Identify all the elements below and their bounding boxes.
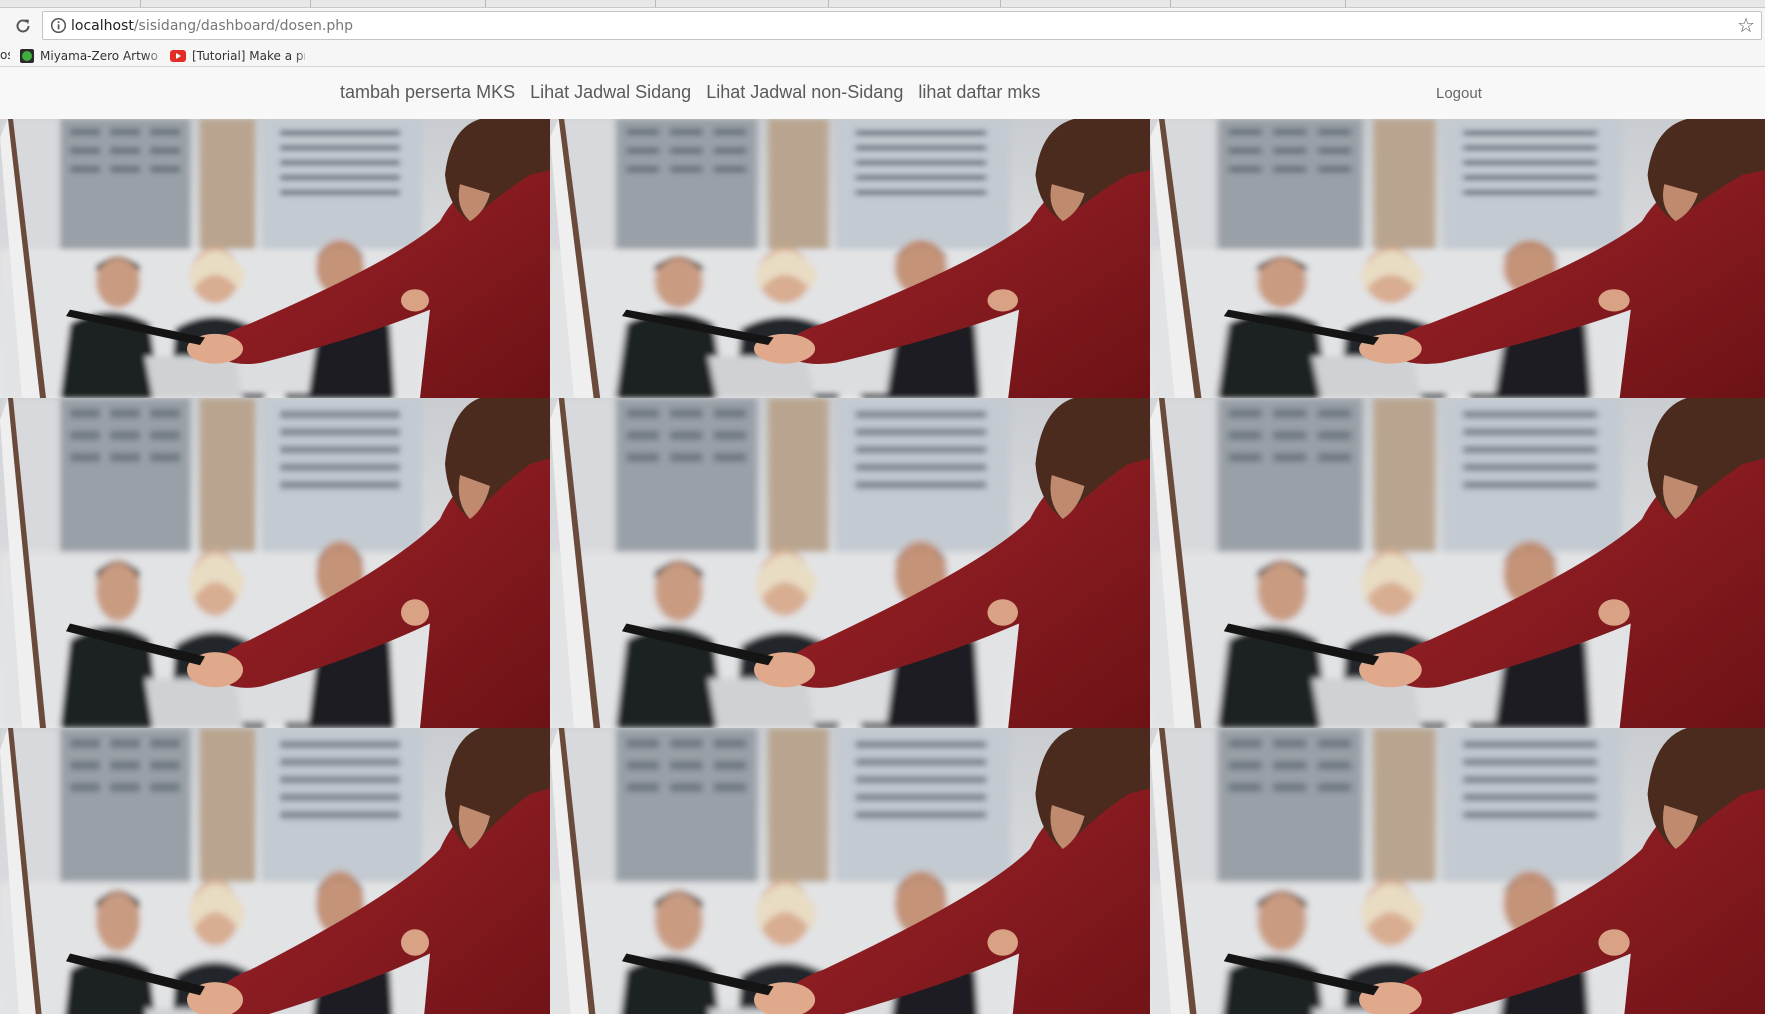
hero-background xyxy=(0,119,1765,1014)
browser-tab-strip xyxy=(0,0,1765,8)
presentation-photo xyxy=(550,728,1150,1014)
browser-toolbar: localhost/sisidang/dashboard/dosen.php ☆ xyxy=(0,8,1765,44)
url-text[interactable]: localhost/sisidang/dashboard/dosen.php xyxy=(71,18,353,34)
bookmark-cut-label[interactable]: os xyxy=(0,48,10,62)
hero-row xyxy=(0,728,1765,1014)
tab-separator xyxy=(310,0,311,7)
bookmark-miyama[interactable]: Miyama-Zero Artwork xyxy=(20,47,158,64)
bookmark-label: Miyama-Zero Artwork xyxy=(40,48,158,63)
presentation-photo-tile xyxy=(1150,728,1765,1014)
presentation-photo-tile xyxy=(1150,398,1765,728)
presentation-photo xyxy=(550,398,1150,728)
presentation-photo xyxy=(0,728,550,1014)
bookmarks-bar: os Miyama-Zero Artwork [Tutorial] Make a… xyxy=(0,44,1765,67)
presentation-photo-tile xyxy=(0,398,550,728)
presentation-photo-tile xyxy=(0,728,550,1014)
tab-separator xyxy=(485,0,486,7)
presentation-photo-tile xyxy=(550,398,1150,728)
url-path: /sisidang/dashboard/dosen.php xyxy=(133,18,353,34)
presentation-photo xyxy=(1150,728,1765,1014)
presentation-photo-tile xyxy=(550,728,1150,1014)
youtube-favicon xyxy=(170,49,186,62)
reload-button[interactable] xyxy=(10,14,36,38)
logout-link[interactable]: Logout xyxy=(1436,85,1482,102)
nav-lihat-jadwal-sidang[interactable]: Lihat Jadwal Sidang xyxy=(530,82,691,103)
presentation-photo xyxy=(0,119,550,398)
presentation-photo-tile xyxy=(0,119,550,398)
green-circle-favicon xyxy=(20,48,34,63)
address-bar[interactable]: localhost/sisidang/dashboard/dosen.php ☆ xyxy=(42,11,1762,40)
tab-separator xyxy=(655,0,656,7)
tab-separator xyxy=(1345,0,1346,7)
info-icon[interactable] xyxy=(50,17,67,34)
tab-separator xyxy=(1000,0,1001,7)
bookmark-label: [Tutorial] Make a proj xyxy=(192,48,305,63)
nav-tambah-peserta-mks[interactable]: tambah perserta MKS xyxy=(340,82,515,103)
bookmark-star-icon[interactable]: ☆ xyxy=(1735,15,1757,37)
bookmark-tutorial[interactable]: [Tutorial] Make a proj xyxy=(170,47,305,64)
hero-row xyxy=(0,119,1765,398)
presentation-photo-tile xyxy=(1150,119,1765,398)
site-navbar: tambah perserta MKS Lihat Jadwal Sidang … xyxy=(0,67,1765,119)
tab-separator xyxy=(1170,0,1171,7)
reload-icon xyxy=(16,19,30,33)
presentation-photo xyxy=(0,398,550,728)
url-host: localhost xyxy=(71,18,134,34)
presentation-photo xyxy=(1150,398,1765,728)
hero-row xyxy=(0,398,1765,728)
presentation-photo xyxy=(550,119,1150,398)
presentation-photo-tile xyxy=(550,119,1150,398)
nav-lihat-jadwal-non-sidang[interactable]: Lihat Jadwal non-Sidang xyxy=(706,82,903,103)
presentation-photo xyxy=(1150,119,1765,398)
nav-lihat-daftar-mks[interactable]: lihat daftar mks xyxy=(918,82,1040,103)
tab-separator xyxy=(140,0,141,7)
nav-links: tambah perserta MKS Lihat Jadwal Sidang … xyxy=(340,82,1040,103)
tab-separator xyxy=(828,0,829,7)
